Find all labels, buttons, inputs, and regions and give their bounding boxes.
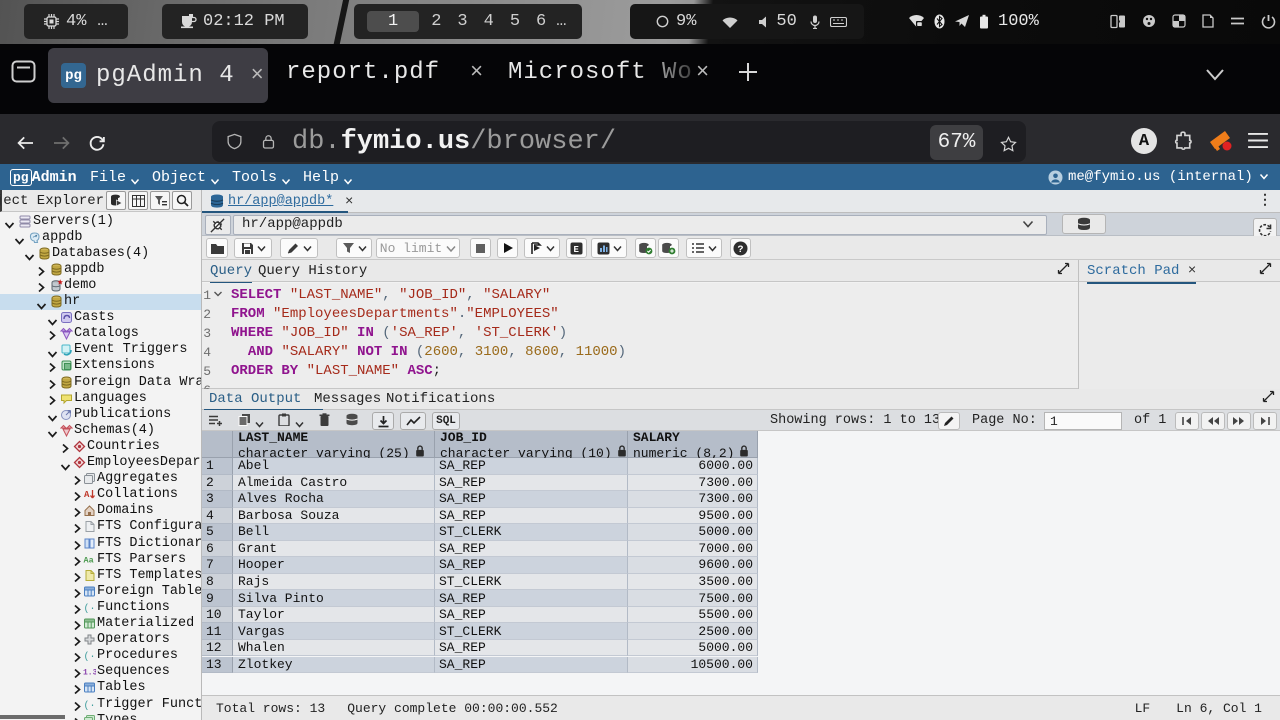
svg-text:A: A <box>84 490 90 500</box>
svg-text:(·): (·) <box>84 603 97 614</box>
svg-text:Aa: Aa <box>84 555 94 565</box>
svg-text:?: ? <box>738 245 744 256</box>
svg-text:(·): (·) <box>84 700 97 711</box>
svg-text:E: E <box>574 245 580 255</box>
svg-text:(·): (·) <box>84 651 97 662</box>
svg-text:1.3: 1.3 <box>83 669 96 678</box>
